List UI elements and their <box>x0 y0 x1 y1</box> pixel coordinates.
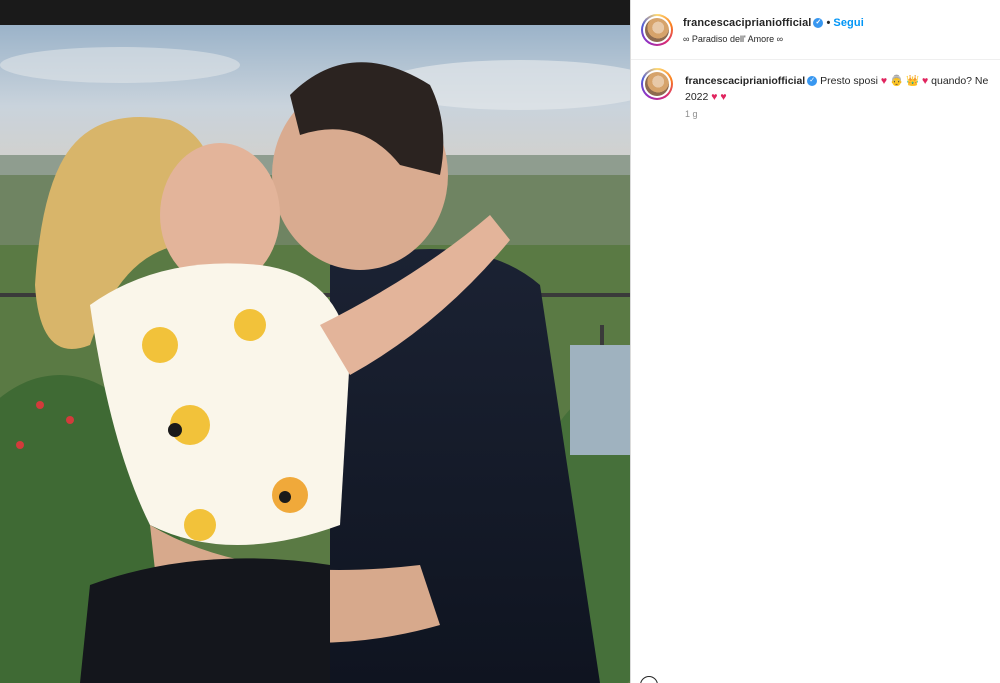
post-photo[interactable] <box>0 25 630 683</box>
caption-emojis-2: ♥ ♥ <box>711 91 727 103</box>
caption-text-middle: quando? Ne <box>931 75 989 87</box>
caption-timestamp[interactable]: 1 g <box>685 109 698 119</box>
caption-text: francescaciprianiofficial ✓ Presto sposi … <box>685 73 1000 105</box>
avatar[interactable] <box>641 14 673 46</box>
separator-dot: • <box>826 17 831 29</box>
post-image <box>0 25 630 683</box>
header-username-row: francescaciprianiofficial ✓ • Segui <box>683 17 864 29</box>
caption-verified-icon: ✓ <box>807 76 818 87</box>
follow-button[interactable]: Segui <box>833 17 863 29</box>
location-link[interactable]: ∞ Paradiso dell' Amore ∞ <box>683 34 783 44</box>
window-top-bar <box>0 0 630 25</box>
post-sidebar: francescaciprianiofficial ✓ • Segui ∞ Parad… <box>630 0 1000 683</box>
caption-avatar[interactable] <box>641 68 673 100</box>
post-header: francescaciprianiofficial ✓ • Segui ∞ Parad… <box>631 0 1000 60</box>
username-link[interactable]: francescaciprianiofficial <box>683 17 811 29</box>
caption-username-link[interactable]: francescaciprianiofficial <box>685 75 805 87</box>
caption-emojis: ♥ 👵 👑 ♥ <box>880 75 929 87</box>
caption-text-line2: 2022 <box>685 91 709 103</box>
verified-icon: ✓ <box>813 18 824 29</box>
caption-text-start: Presto sposi <box>820 75 878 87</box>
